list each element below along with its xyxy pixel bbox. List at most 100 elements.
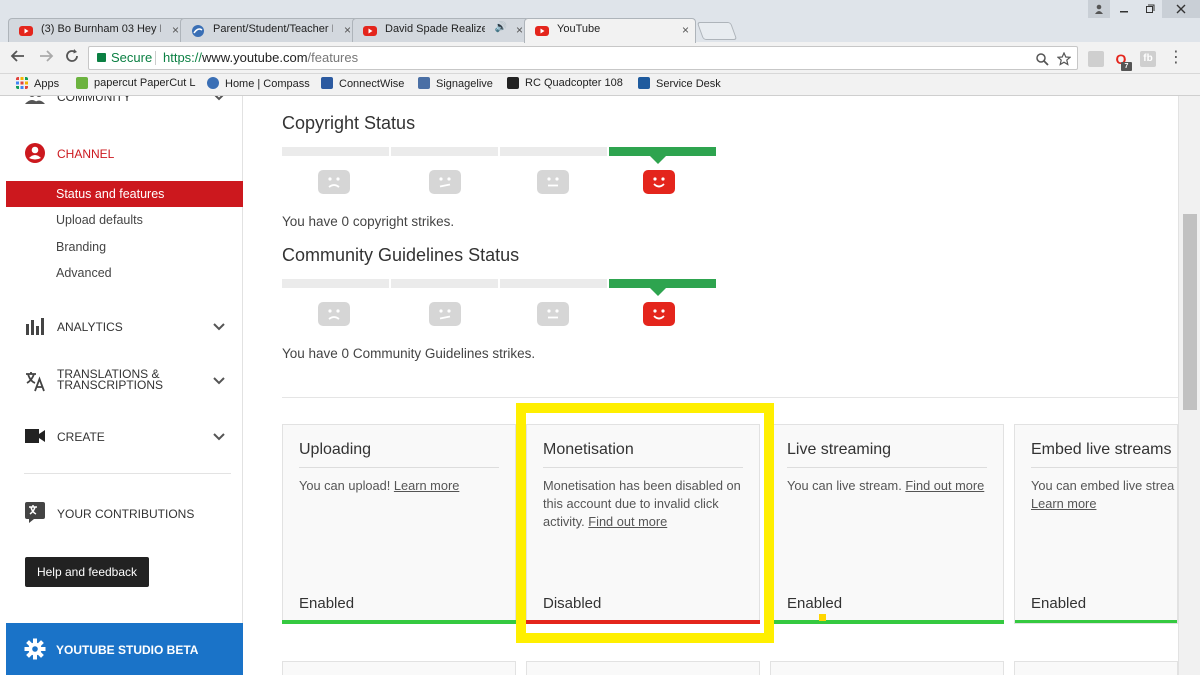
- channel-user-icon: [25, 143, 45, 163]
- bookmark-compass[interactable]: Home | Compass: [207, 77, 310, 90]
- sidebar-label: COMMUNITY: [57, 96, 131, 104]
- bookmark-signagelive[interactable]: Signagelive: [418, 77, 493, 90]
- scrollbar-thumb[interactable]: [1183, 214, 1197, 410]
- sidebar-item-analytics[interactable]: ANALYTICS: [0, 314, 243, 338]
- sidebar-item-branding[interactable]: Branding: [6, 234, 243, 260]
- bookmark-apps[interactable]: Apps: [16, 77, 59, 90]
- reload-icon[interactable]: [62, 48, 82, 68]
- speaker-icon[interactable]: 🔊: [495, 22, 507, 33]
- compass-icon: [207, 77, 219, 89]
- profile-icon[interactable]: [1088, 0, 1110, 18]
- fb-extension-icon[interactable]: fb: [1140, 51, 1156, 67]
- close-window-icon[interactable]: [1162, 0, 1200, 18]
- copyright-strike-meter: [282, 147, 716, 164]
- sidebar-sub-label: Upload defaults: [56, 213, 143, 227]
- opera-extension-icon[interactable]: O 7: [1113, 51, 1132, 71]
- sidebar-label: TRANSLATIONS & TRANSCRIPTIONS: [57, 367, 164, 392]
- neutral-face-icon: [537, 302, 569, 326]
- new-tab-button[interactable]: [696, 22, 738, 40]
- feature-card-uploading: Uploading You can upload! Learn more Ena…: [282, 424, 516, 624]
- restore-icon[interactable]: [1138, 0, 1162, 18]
- sidebar-label: ANALYTICS: [57, 320, 123, 334]
- feature-title: Monetisation: [543, 441, 634, 458]
- status-bar-enabled: [1015, 620, 1177, 623]
- strike-segment-active: [609, 147, 716, 156]
- bookmark-label: Apps: [34, 78, 60, 90]
- bookmark-rc-quadcopter[interactable]: RC Quadcopter 1080: [507, 77, 623, 90]
- url-separator: [155, 51, 156, 65]
- connectwise-icon: [321, 77, 333, 89]
- chevron-down-icon[interactable]: [212, 320, 226, 334]
- browser-tab-1[interactable]: (3) Bo Burnham 03 Hey B ×: [8, 18, 186, 42]
- tab-title: Parent/Student/Teacher I: [213, 23, 333, 35]
- close-tab-icon[interactable]: ×: [172, 23, 179, 37]
- sidebar-sub-label: Advanced: [56, 266, 112, 280]
- feature-desc-text: You can live stream.: [787, 478, 902, 493]
- sidebar-label: CHANNEL: [57, 147, 115, 161]
- bookmark-service-desk[interactable]: Service Desk: [638, 77, 721, 90]
- bookmark-star-icon[interactable]: [1056, 47, 1072, 72]
- translate-icon: [26, 372, 45, 392]
- happy-face-icon: [643, 170, 675, 194]
- chevron-down-icon[interactable]: [212, 430, 226, 444]
- status-bar-disabled: [526, 620, 760, 624]
- bookmark-label: Signagelive: [436, 78, 493, 90]
- learn-more-link[interactable]: Learn more: [1031, 496, 1096, 511]
- browser-tab-2[interactable]: Parent/Student/Teacher I ×: [180, 18, 358, 42]
- browser-tab-3[interactable]: David Spade Realized 🔊 ×: [352, 18, 530, 42]
- bookmark-connectwise[interactable]: ConnectWise: [321, 77, 404, 90]
- help-and-feedback-button[interactable]: Help and feedback: [25, 557, 149, 587]
- find-out-more-link[interactable]: Find out more: [905, 478, 984, 493]
- close-tab-icon[interactable]: ×: [682, 23, 689, 37]
- feature-card-embed-live-streams: Embed live streams You can embed live st…: [1014, 424, 1178, 624]
- bookmark-label: Service Desk: [656, 78, 721, 90]
- bookmark-papercut[interactable]: papercut PaperCut L: [76, 77, 196, 90]
- feature-desc-text: You can embed live strea: [1031, 478, 1175, 493]
- browser-toolbar: Secure https://www.youtube.com/features …: [0, 42, 1200, 74]
- minimize-icon[interactable]: [1112, 0, 1136, 18]
- studio-label: YOUTUBE STUDIO BETA: [56, 643, 199, 657]
- chevron-down-icon[interactable]: [212, 96, 226, 104]
- address-bar[interactable]: Secure https://www.youtube.com/features: [88, 46, 1078, 70]
- signagelive-icon: [418, 77, 430, 89]
- youtube-icon: [363, 26, 377, 36]
- sidebar-item-your-contributions[interactable]: YOUR CONTRIBUTIONS: [0, 500, 243, 526]
- sidebar: COMMUNITY CHANNEL Status and features Up…: [0, 96, 243, 675]
- sidebar-label: YOUR CONTRIBUTIONS: [57, 507, 195, 521]
- analytics-bars-icon: [26, 318, 44, 335]
- feature-status: Enabled: [1031, 595, 1087, 612]
- service-desk-icon: [638, 77, 650, 89]
- menu-kebab-icon[interactable]: ⋮: [1168, 50, 1184, 67]
- strike-segment: [282, 279, 389, 288]
- extension-icon[interactable]: [1088, 51, 1104, 67]
- scrollbar[interactable]: [1178, 96, 1200, 675]
- find-out-more-link[interactable]: Find out more: [588, 514, 667, 529]
- chevron-down-icon[interactable]: [212, 374, 226, 388]
- feature-desc-text: You can upload!: [299, 478, 391, 493]
- browser-tab-active[interactable]: YouTube ×: [524, 18, 696, 43]
- forward-arrow-icon[interactable]: [36, 48, 56, 68]
- close-tab-icon[interactable]: ×: [516, 23, 523, 37]
- copyright-status-title: Copyright Status: [282, 113, 416, 133]
- sidebar-item-community[interactable]: COMMUNITY: [0, 96, 243, 112]
- secure-indicator[interactable]: Secure: [97, 47, 152, 69]
- close-tab-icon[interactable]: ×: [344, 23, 351, 37]
- sidebar-item-status-and-features[interactable]: Status and features: [6, 181, 243, 207]
- zoom-icon[interactable]: [1035, 47, 1049, 72]
- sidebar-item-channel[interactable]: CHANNEL: [0, 142, 243, 166]
- youtube-studio-beta-button[interactable]: YOUTUBE STUDIO BETA: [6, 623, 243, 675]
- page-content: COMMUNITY CHANNEL Status and features Up…: [0, 96, 1200, 675]
- sidebar-item-create[interactable]: CREATE: [0, 424, 243, 448]
- sidebar-item-translations[interactable]: TRANSLATIONS & TRANSCRIPTIONS: [0, 366, 243, 396]
- copyright-strikes-text: You have 0 copyright strikes.: [282, 214, 455, 229]
- apps-grid-icon: [16, 77, 28, 89]
- feature-description: Monetisation has been disabled on this a…: [543, 477, 743, 531]
- neutral-face-icon: [537, 170, 569, 194]
- back-arrow-icon[interactable]: [8, 48, 28, 68]
- sidebar-item-advanced[interactable]: Advanced: [6, 260, 243, 286]
- learn-more-link[interactable]: Learn more: [394, 478, 459, 493]
- extension-badge: 7: [1121, 62, 1132, 71]
- sidebar-item-upload-defaults[interactable]: Upload defaults: [6, 207, 243, 233]
- section-divider: [282, 397, 1178, 398]
- card-divider: [787, 467, 987, 468]
